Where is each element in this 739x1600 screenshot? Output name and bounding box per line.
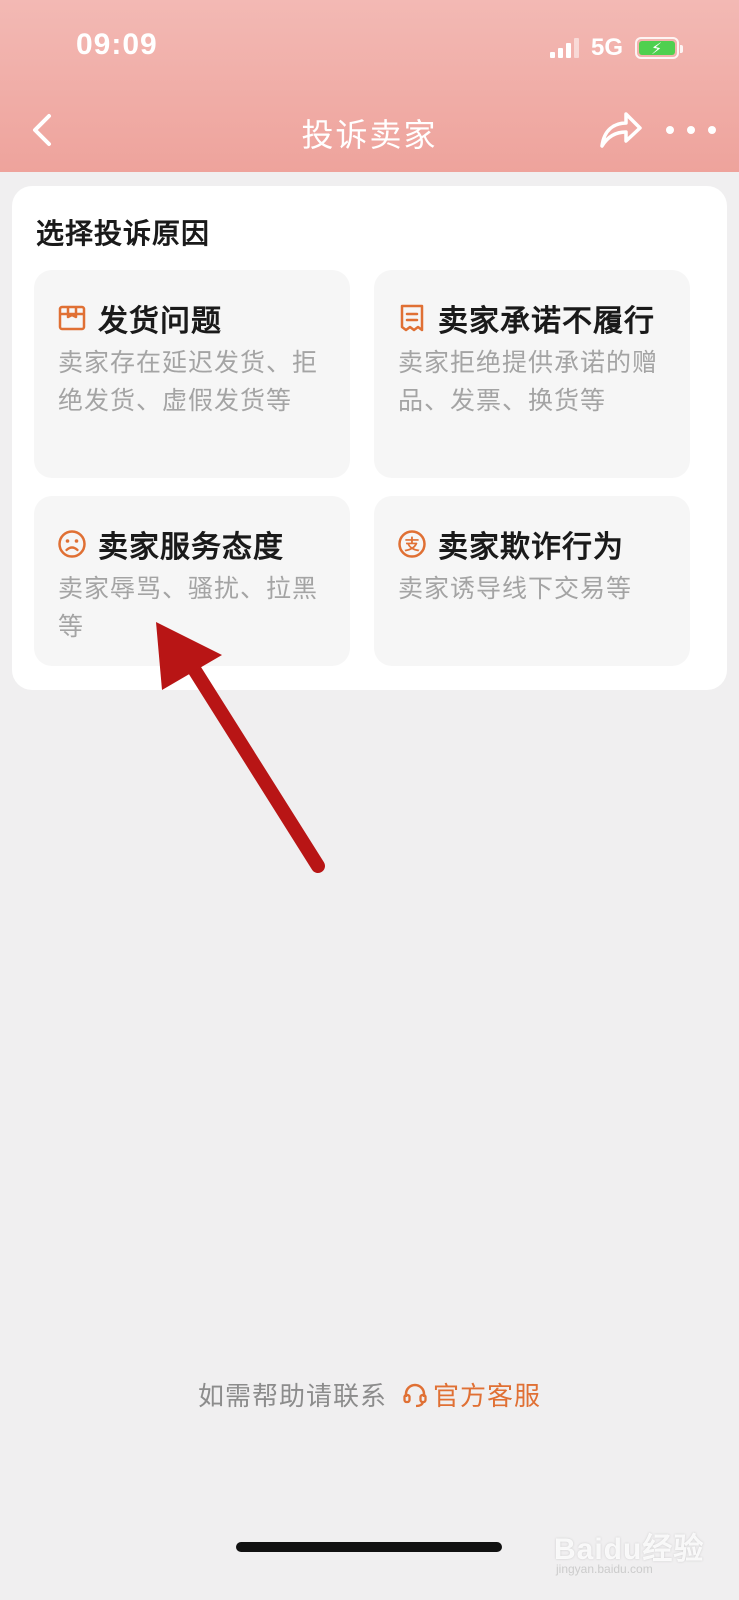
svg-text:支: 支	[403, 536, 420, 554]
help-footer: 如需帮助请联系 官方客服	[0, 1376, 739, 1413]
customer-service-label: 官方客服	[433, 1382, 542, 1412]
more-dot	[708, 126, 716, 134]
package-icon	[56, 302, 88, 334]
signal-icon	[549, 38, 579, 58]
option-description: 卖家拒绝提供承诺的赠品、发票、换货等	[398, 348, 659, 415]
headset-icon	[403, 1383, 427, 1407]
help-text: 如需帮助请联系	[197, 1382, 387, 1412]
more-dot	[666, 126, 674, 134]
option-service-attitude[interactable]: 卖家服务态度 卖家辱骂、骚扰、拉黑等	[34, 496, 350, 666]
option-fraud[interactable]: 支 卖家欺诈行为 卖家诱导线下交易等	[374, 496, 690, 666]
option-shipping-issue[interactable]: 发货问题 卖家存在延迟发货、拒绝发货、虚假发货等	[34, 270, 350, 478]
option-title: 发货问题	[98, 304, 222, 339]
watermark-url: jingyan.baidu.com	[556, 1562, 653, 1576]
option-description: 卖家诱导线下交易等	[398, 574, 633, 603]
customer-service-link[interactable]: 官方客服	[401, 1376, 541, 1413]
card-title: 选择投诉原因	[36, 217, 211, 250]
pay-icon: 支	[396, 528, 428, 560]
sad-face-icon	[56, 528, 88, 560]
network-type: 5G	[590, 34, 623, 61]
home-indicator[interactable]	[236, 1542, 502, 1552]
more-button[interactable]	[666, 112, 716, 148]
status-time: 09:09	[76, 28, 158, 61]
header-bar: 09:09 5G ⚡ 投诉卖家	[0, 0, 739, 172]
receipt-icon	[396, 302, 428, 334]
option-title: 卖家欺诈行为	[438, 530, 624, 565]
option-description: 卖家辱骂、骚扰、拉黑等	[58, 574, 319, 641]
battery-icon: ⚡	[635, 37, 683, 59]
option-promise-not-kept[interactable]: 卖家承诺不履行 卖家拒绝提供承诺的赠品、发票、换货等	[374, 270, 690, 478]
status-indicators: 5G ⚡	[549, 34, 683, 61]
reason-card: 选择投诉原因 发货问题 卖家存在延迟发货、拒绝发货、虚假发货等 卖家承诺不履行 …	[12, 186, 727, 690]
option-title: 卖家承诺不履行	[438, 304, 655, 339]
share-button[interactable]	[598, 108, 644, 152]
more-dot	[687, 126, 695, 134]
share-icon	[600, 112, 642, 148]
option-description: 卖家存在延迟发货、拒绝发货、虚假发货等	[58, 348, 319, 415]
option-title: 卖家服务态度	[98, 530, 284, 565]
